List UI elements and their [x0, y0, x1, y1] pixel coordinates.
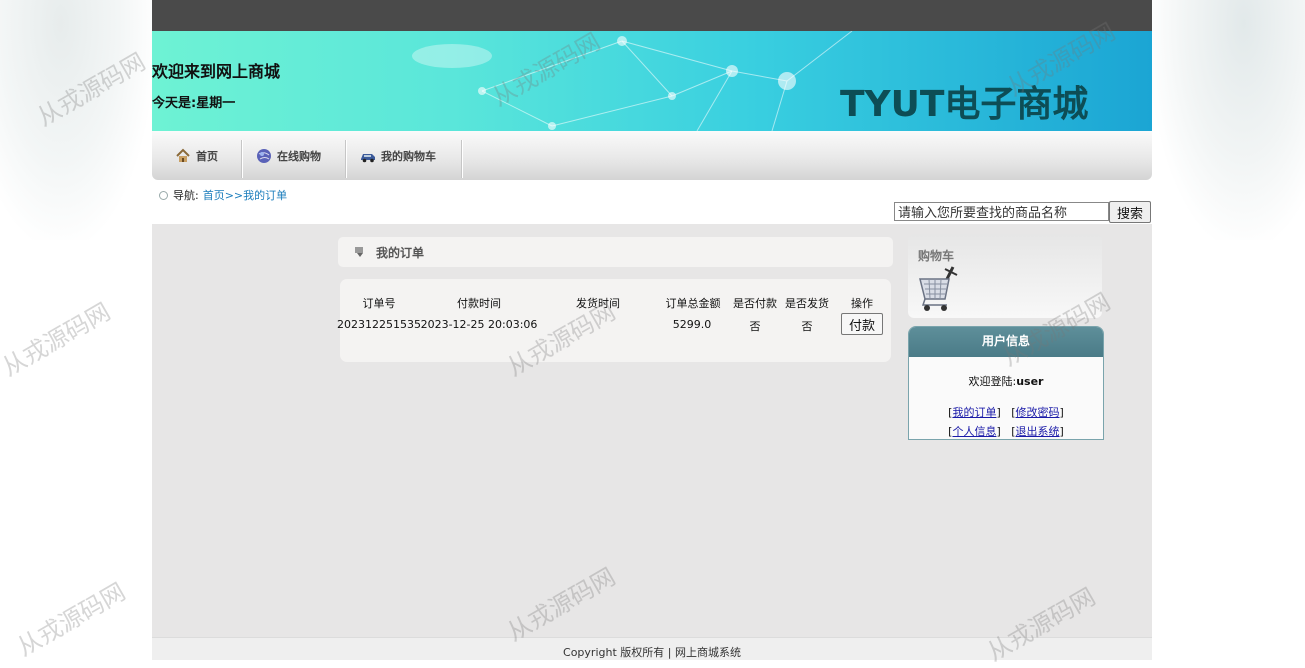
column-header: 发货时间: [576, 297, 620, 310]
column-header: 订单号: [362, 297, 396, 310]
site-logo: TYUT电子商城: [840, 84, 1089, 125]
breadcrumb: 导航: 首页 >>我的订单: [159, 187, 287, 203]
logout-link[interactable]: 退出系统: [1016, 425, 1060, 438]
header-banner: 欢迎来到网上商城 今天是:星期一 TYUT电子商城: [152, 31, 1152, 131]
change-password-link[interactable]: 修改密码: [1016, 406, 1060, 419]
shipped-status: 否: [801, 320, 813, 333]
personal-info-link[interactable]: 个人信息: [952, 425, 996, 438]
breadcrumb-prefix: 导航:: [173, 189, 199, 202]
nav-item-label: 在线购物: [277, 149, 321, 163]
arrow-down-icon: [354, 246, 366, 258]
top-bar: [152, 0, 1152, 31]
page-background-left: [0, 0, 152, 240]
shopping-cart-icon[interactable]: [917, 265, 961, 313]
today-weekday: 今天是:星期一: [152, 92, 235, 111]
home-icon: [175, 148, 191, 164]
page-wrapper: 欢迎来到网上商城 今天是:星期一 TYUT电子商城 首页 在线购物 我的购物车: [152, 0, 1152, 660]
username: user: [1016, 375, 1044, 388]
column-header: 操作: [851, 297, 873, 310]
main-nav: 首页 在线购物 我的购物车: [152, 131, 1152, 180]
column-header: 是否发货: [785, 297, 829, 310]
today-label: 今天是:: [152, 96, 197, 111]
welcome-prefix: 欢迎登陆:: [968, 375, 1017, 388]
order-total: 5299.0: [672, 318, 712, 331]
cart-title: 购物车: [918, 249, 955, 263]
orders-table: 订单号 付款时间 发货时间 订单总金额 是否付款 是否发货 操作 2023122…: [337, 279, 891, 362]
orders-panel-title: 我的订单: [376, 245, 425, 260]
bullet-icon: [159, 190, 168, 200]
watermark: 从戎源码网: [0, 297, 116, 382]
user-links-row-1: [我的订单] [修改密码]: [948, 406, 1064, 419]
user-links-row-2: [个人信息] [退出系统]: [948, 425, 1064, 438]
column-header: 付款时间: [457, 297, 501, 310]
search-button[interactable]: 搜索: [1109, 201, 1151, 223]
nav-item-label: 我的购物车: [381, 149, 436, 163]
breadcrumb-current: >>我的订单: [224, 189, 288, 202]
nav-item-label: 首页: [196, 149, 218, 163]
weekday: 星期一: [196, 96, 236, 111]
user-welcome: 欢迎登陆:user: [909, 373, 1103, 389]
welcome-text: 欢迎来到网上商城: [152, 62, 281, 81]
globe-icon: [256, 148, 272, 164]
column-header: 是否付款: [733, 297, 777, 310]
nav-item-online-shopping[interactable]: 在线购物: [256, 131, 321, 180]
footer: Copyright 版权所有 | 网上商城系统: [152, 637, 1152, 660]
order-number: 202312251535: [337, 318, 421, 331]
pay-time: 2023-12-25 20:03:06: [420, 318, 538, 331]
nav-divider: [461, 140, 462, 178]
user-info-box: 用户信息 欢迎登陆:user [我的订单] [修改密码] [个人信息] [退出系…: [908, 326, 1104, 440]
cart-box: 购物车: [908, 234, 1102, 318]
page-background-right: [1152, 0, 1305, 240]
nav-divider: [345, 140, 346, 178]
breadcrumb-home-link[interactable]: 首页: [203, 187, 225, 203]
pay-button[interactable]: 付款: [841, 313, 883, 335]
nav-divider: [241, 140, 242, 178]
column-header: 订单总金额: [665, 297, 721, 310]
nav-item-home[interactable]: 首页: [175, 131, 218, 180]
paid-status: 否: [749, 320, 761, 333]
orders-panel-header: 我的订单: [338, 237, 893, 267]
nav-item-my-cart[interactable]: 我的购物车: [360, 131, 436, 180]
search-input[interactable]: [894, 202, 1109, 221]
watermark: 从戎源码网: [12, 577, 131, 662]
my-orders-link[interactable]: 我的订单: [952, 406, 996, 419]
car-icon: [360, 148, 376, 164]
main-content: 我的订单 订单号 付款时间 发货时间 订单总金额 是否付款 是否发货 操作 20…: [152, 224, 1152, 660]
user-info-title: 用户信息: [909, 327, 1103, 357]
